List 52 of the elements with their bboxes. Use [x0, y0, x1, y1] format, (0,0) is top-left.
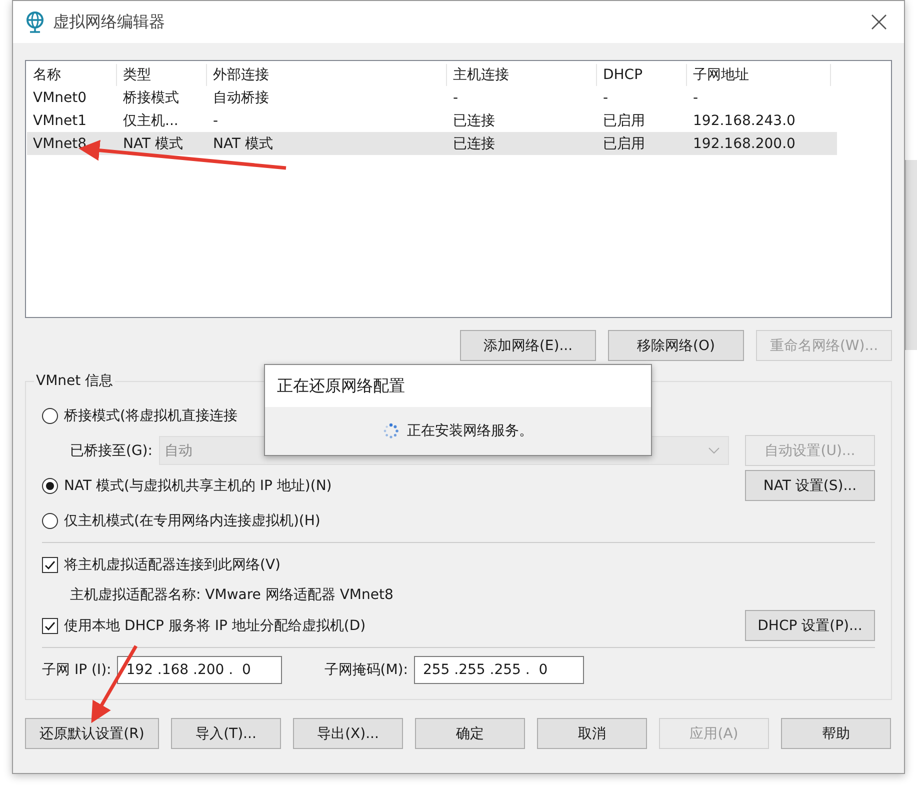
column-header[interactable]: 类型: [117, 64, 207, 86]
table-cell-text: NAT 模式: [212, 134, 274, 152]
column-header[interactable]: DHCP: [597, 64, 687, 86]
table-cell-text: 192.168.243.0: [692, 112, 796, 128]
table-cell-text: VMnet1: [32, 112, 88, 128]
field-label: 子网掩码(M):: [324, 660, 408, 678]
button[interactable]: 导出(X)...: [293, 718, 403, 749]
network-row[interactable]: VMnet8 NAT 模式 NAT 模式 已连接 已启用 192.168.200.0: [27, 132, 837, 155]
table-cell-text: 已启用: [602, 134, 646, 152]
column-header[interactable]: 主机连接: [447, 64, 597, 86]
button[interactable]: 导入(T)...: [171, 718, 281, 749]
table-cell-text: 192.168.200.0: [692, 136, 796, 152]
radio-label: NAT 模式(与虚拟机共享主机的 IP 地址)(N): [64, 476, 332, 494]
button[interactable]: 还原默认设置(R): [25, 718, 159, 749]
table-cell-text: -: [692, 90, 700, 106]
button[interactable]: NAT 设置(S)...: [745, 470, 875, 501]
button[interactable]: 确定: [415, 718, 525, 749]
table-cell-text: -: [452, 90, 460, 106]
table-cell-text: VMnet8: [32, 136, 88, 152]
adapter-name: 主机虚拟适配器名称: VMware 网络适配器 VMnet8: [70, 586, 394, 604]
table-cell-text: -: [602, 90, 610, 106]
table-cell-text: NAT 模式: [122, 134, 184, 152]
table-cell-text: 仅主机...: [122, 112, 180, 130]
radio-label: 桥接模式(将虚拟机直接连接: [64, 406, 238, 424]
table-cell-text: 已启用: [602, 112, 646, 130]
button[interactable]: 添加网络(E)...: [460, 330, 596, 361]
network-row[interactable]: VMnet1 仅主机... - 已连接 已启用 192.168.243.0: [27, 109, 837, 132]
dialog-title: 正在还原网络配置: [277, 376, 405, 396]
network-row[interactable]: VMnet0 桥接模式 自动桥接 - - -: [27, 86, 837, 109]
checkbox-label: 将主机虚拟适配器连接到此网络(V): [64, 556, 281, 574]
column-header[interactable]: 子网地址: [687, 64, 831, 86]
ip-field[interactable]: 192 .168 .200 . 0: [117, 656, 282, 684]
column-header[interactable]: 外部连接: [207, 64, 447, 86]
dialog-message: 正在安装网络服务。: [407, 422, 533, 440]
ip-field[interactable]: 255 .255 .255 . 0: [414, 656, 584, 684]
table-cell-text: 自动桥接: [212, 88, 270, 106]
button[interactable]: 取消: [537, 718, 647, 749]
field-label: 子网 IP (I):: [42, 660, 112, 678]
column-header[interactable]: 名称: [27, 64, 117, 86]
button[interactable]: DHCP 设置(P)...: [745, 610, 875, 641]
button[interactable]: 移除网络(O): [608, 330, 744, 361]
radio-label: 仅主机模式(在专用网络内连接虚拟机)(H): [64, 512, 320, 530]
table-cell-text: 已连接: [452, 134, 496, 152]
checkbox-label: 使用本地 DHCP 服务将 IP 地址分配给虚拟机(D): [64, 616, 366, 634]
table-cell-text: 已连接: [452, 112, 496, 130]
table-cell-text: VMnet0: [32, 90, 88, 106]
window-title: 虚拟网络编辑器: [53, 12, 166, 32]
button[interactable]: 帮助: [781, 718, 891, 749]
table-cell-text: 桥接模式: [122, 88, 180, 106]
table-cell-text: -: [212, 112, 220, 128]
field-label: 已桥接至(G):: [70, 442, 152, 460]
group-title: VMnet 信息: [34, 372, 116, 390]
